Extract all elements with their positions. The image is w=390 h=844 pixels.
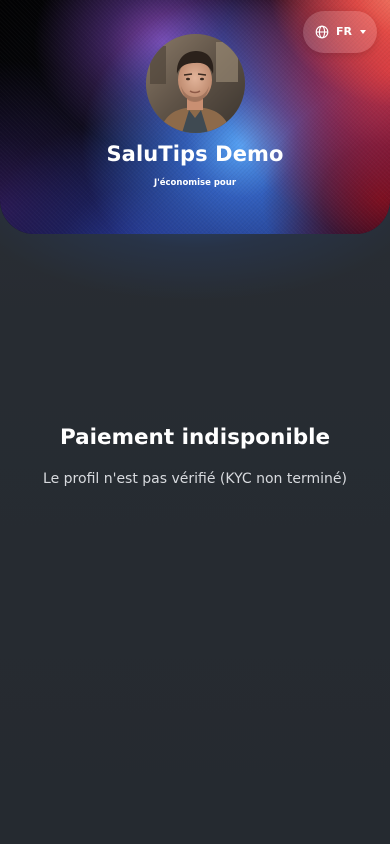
unavailable-title: Paiement indisponible	[59, 425, 331, 450]
profile-subtitle: J'économise pour	[153, 178, 237, 188]
language-code: FR	[336, 25, 352, 38]
payment-page: SaluTips Demo J'économise pour FR Paieme…	[0, 0, 390, 844]
unavailable-message: Le profil n'est pas vérifié (KYC non ter…	[43, 471, 347, 487]
profile-header: SaluTips Demo J'économise pour FR	[0, 0, 390, 234]
profile-name: SaluTips Demo	[106, 142, 284, 166]
avatar	[146, 34, 245, 133]
globe-icon	[315, 25, 329, 39]
avatar-photo	[146, 34, 245, 133]
language-switch-button[interactable]: FR	[303, 11, 377, 53]
caret-down-icon	[360, 30, 366, 34]
